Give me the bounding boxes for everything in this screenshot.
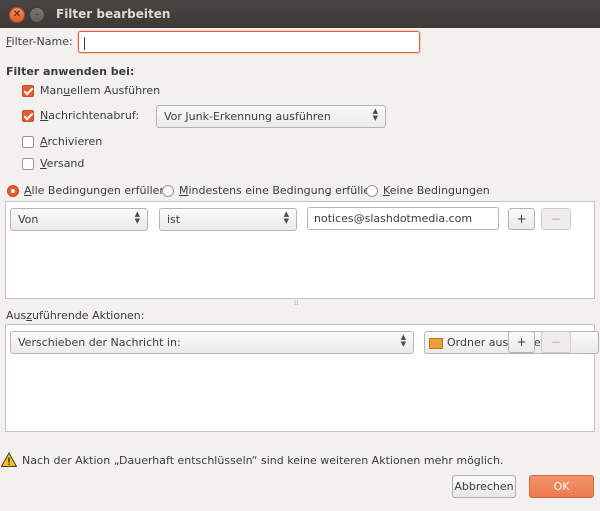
remove-action-button[interactable]: − [541,331,571,353]
retrieval-timing-select[interactable]: Vor Junk-Erkennung ausführen ▲ ▼ [156,105,386,128]
filter-name-label: Filter-Name: [6,35,73,48]
manual-run-label: Manuellem Ausführen [40,84,161,97]
match-any-radio[interactable] [162,185,174,197]
title-bar: ✕ – Filter bearbeiten [0,0,600,28]
close-icon: ✕ [12,9,22,20]
archive-checkbox[interactable] [22,136,34,148]
manual-run-checkbox[interactable] [22,85,34,97]
remove-condition-button[interactable]: − [541,208,571,230]
text-caret [84,37,85,50]
warning-text: Nach der Aktion „Dauerhaft entschlüsseln… [22,454,504,467]
cancel-button[interactable]: Abbrechen [452,475,516,498]
retrieval-checkbox[interactable] [22,110,34,122]
apply-heading: Filter anwenden bei: [6,65,135,78]
send-label: Versand [40,157,85,170]
spin-arrows-icon: ▲ ▼ [283,210,289,225]
send-checkbox[interactable] [22,158,34,170]
actions-label: Auszuführende Aktionen: [6,309,145,322]
condition-field-select[interactable]: Von ▲ ▼ [10,208,148,231]
condition-operator-select[interactable]: ist ▲ ▼ [159,208,297,231]
minimize-icon: – [34,9,40,20]
splitter-handle[interactable]: ⁞⁞ [294,299,298,307]
window-title: Filter bearbeiten [56,7,171,21]
warning-icon [0,451,18,468]
folder-icon [429,338,443,349]
add-action-button[interactable]: + [508,331,535,353]
retrieval-label: Nachrichtenabruf: [40,109,140,122]
spin-arrows-icon: ▲ ▼ [372,107,378,122]
match-none-label: Keine Bedingungen [383,184,490,197]
filter-name-input[interactable] [78,31,420,53]
archive-label: Archivieren [40,135,103,148]
condition-value-input[interactable]: notices@slashdotmedia.com [307,207,499,230]
match-none-radio[interactable] [366,185,378,197]
match-all-label: Alle Bedingungen erfüllen [24,184,167,197]
ok-button[interactable]: OK [529,475,594,498]
minimize-window-button[interactable]: – [29,7,45,23]
action-type-select[interactable]: Verschieben der Nachricht in: ▲ ▼ [10,331,414,354]
add-condition-button[interactable]: + [508,208,535,230]
match-any-label: Mindestens eine Bedingung erfüllen [179,184,378,197]
spin-arrows-icon: ▲ ▼ [400,333,406,348]
close-window-button[interactable]: ✕ [9,7,25,23]
match-all-radio[interactable] [7,185,19,197]
spin-arrows-icon: ▲ ▼ [134,210,140,225]
